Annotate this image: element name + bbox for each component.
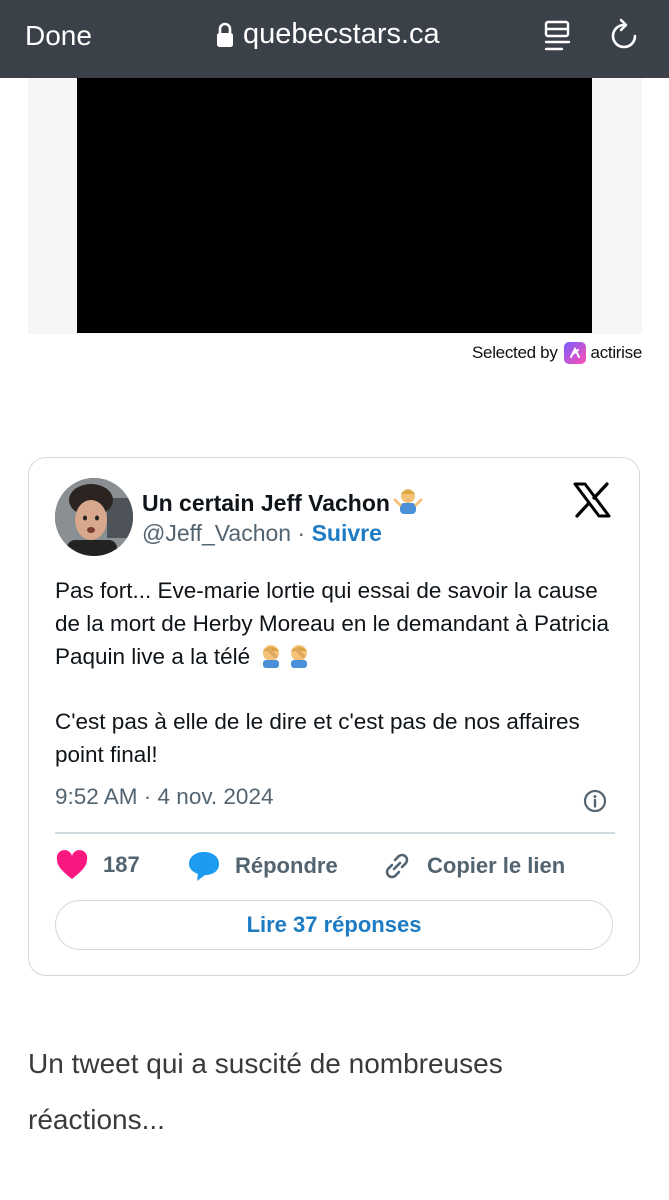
- address-bar[interactable]: quebecstars.ca: [216, 18, 440, 51]
- author-handle-line: @Jeff_Vachon · Suivre: [142, 520, 382, 547]
- read-replies-button[interactable]: Lire 37 réponses: [55, 900, 613, 950]
- author-avatar[interactable]: [55, 478, 133, 556]
- reply-button[interactable]: Répondre: [187, 850, 338, 882]
- author-name-text: Un certain Jeff Vachon: [142, 489, 390, 516]
- info-icon[interactable]: [583, 789, 607, 813]
- ad-attribution[interactable]: Selected by actirise: [472, 342, 642, 364]
- tweet-paragraph-1-text: Pas fort... Eve-marie lortie qui essai d…: [55, 578, 610, 669]
- selected-by-label: Selected by: [472, 343, 558, 362]
- author-name[interactable]: Un certain Jeff Vachon: [142, 486, 423, 520]
- tweet-body: Pas fort... Eve-marie lortie qui essai d…: [55, 574, 615, 771]
- embedded-tweet-card[interactable]: Un certain Jeff Vachon @Jeff_Vachon · Su…: [28, 457, 640, 976]
- reply-bubble-icon: [189, 852, 219, 881]
- tweet-divider: [55, 832, 615, 834]
- separator-dot: ·: [291, 520, 312, 546]
- like-count: 187: [103, 852, 140, 877]
- tweet-paragraph-2: C'est pas à elle de le dire et c'est pas…: [55, 709, 580, 767]
- follow-button[interactable]: Suivre: [312, 520, 382, 546]
- reply-label: Répondre: [235, 853, 338, 878]
- ad-video-player[interactable]: [77, 78, 592, 333]
- article-caption: Un tweet qui a suscité de nombreuses réa…: [28, 1048, 503, 1135]
- like-button[interactable]: 187: [55, 850, 140, 880]
- tweet-paragraph-1: Pas fort... Eve-marie lortie qui essai d…: [55, 574, 615, 677]
- actirise-logo-icon: [563, 342, 586, 364]
- browser-toolbar: Done quebecstars.ca: [0, 0, 669, 78]
- done-button[interactable]: Done: [25, 20, 92, 52]
- tweet-timestamp[interactable]: 9:52 AM · 4 nov. 2024: [55, 784, 273, 810]
- lock-icon: [217, 22, 233, 47]
- tweet-actions: 187 Répondre Copier le lien: [55, 850, 615, 886]
- url-text: quebecstars.ca: [243, 18, 440, 50]
- person-shrugging-emoji-icon: [393, 486, 423, 520]
- author-handle[interactable]: @Jeff_Vachon: [142, 520, 291, 546]
- reload-icon[interactable]: [608, 18, 640, 54]
- heart-icon: [56, 850, 88, 879]
- copy-link-label: Copier le lien: [427, 853, 566, 878]
- copy-link-button[interactable]: Copier le lien: [381, 850, 565, 882]
- actirise-brand: actirise: [590, 343, 643, 362]
- reader-list-icon[interactable]: [542, 20, 574, 54]
- facepalm-emoji-icon: [259, 642, 313, 677]
- link-icon: [385, 853, 409, 879]
- x-logo-icon[interactable]: [573, 482, 611, 518]
